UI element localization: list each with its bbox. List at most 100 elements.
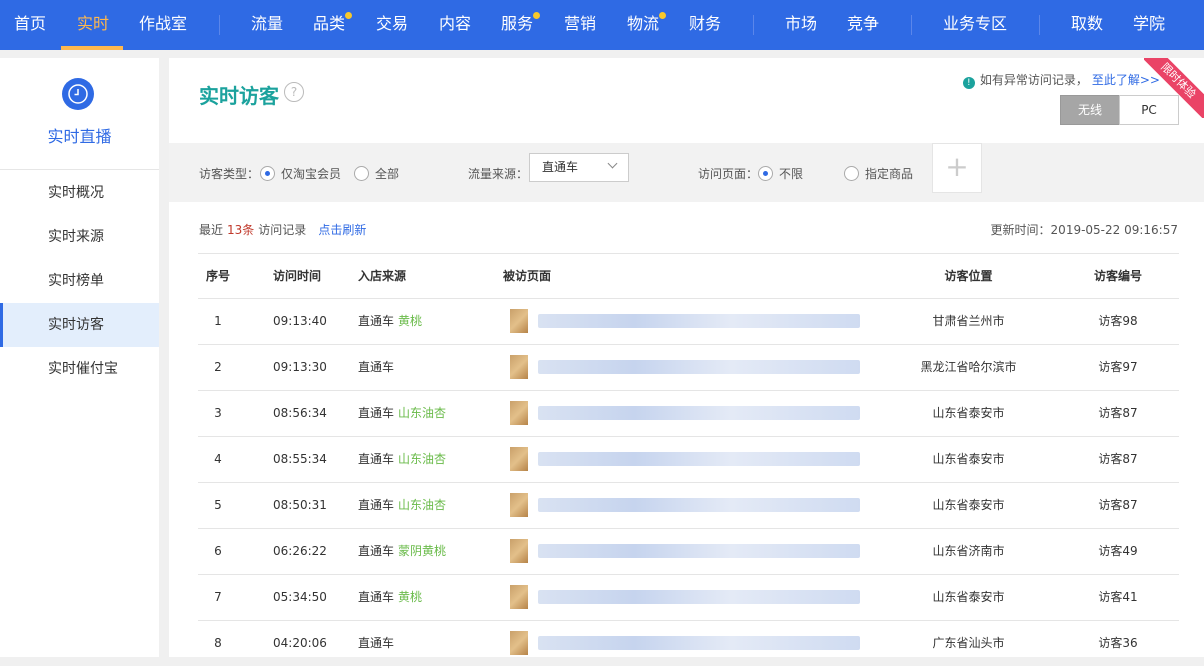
page-title: 实时访客 [199, 84, 279, 108]
row-time: 08:56:34 [273, 406, 327, 420]
nav-finance[interactable]: 财务 [689, 0, 721, 50]
source-select[interactable]: 直通车 [529, 153, 629, 182]
nav-academy[interactable]: 学院 [1133, 0, 1165, 50]
header-source: 入店来源 [358, 269, 407, 283]
product-thumbnail[interactable] [510, 539, 528, 563]
plus-icon[interactable]: + [932, 143, 982, 193]
table-row[interactable]: 5 08:50:31 直通车 山东油杏 山东省泰安市 访客87 [198, 482, 1179, 528]
new-dot-icon [659, 12, 666, 19]
row-no: 8 [214, 636, 222, 650]
row-no: 7 [214, 590, 222, 604]
nav-realtime[interactable]: 实时 [77, 0, 109, 50]
row-visitor: 访客36 [1098, 636, 1138, 650]
product-thumbnail[interactable] [510, 493, 528, 517]
question-icon[interactable]: ? [284, 82, 304, 102]
search-keyword[interactable]: 黄桃 [398, 590, 422, 604]
search-keyword[interactable]: 山东油杏 [398, 452, 446, 466]
search-keyword[interactable]: 山东油杏 [398, 498, 446, 512]
page-link-blurred[interactable] [538, 590, 860, 604]
search-keyword[interactable]: 蒙阴黄桃 [398, 544, 446, 558]
row-source: 直通车 山东油杏 [358, 437, 446, 482]
table-row[interactable]: 6 06:26:22 直通车 蒙阴黄桃 山东省济南市 访客49 [198, 528, 1179, 574]
toggle-pc[interactable]: PC [1119, 95, 1179, 125]
radio-label: 全部 [375, 167, 400, 181]
row-source: 直通车 山东油杏 [358, 391, 446, 436]
product-thumbnail[interactable] [510, 309, 528, 333]
row-no: 4 [214, 452, 222, 466]
nav-competition[interactable]: 竞争 [847, 0, 879, 50]
source-value: 直通车 [358, 590, 395, 604]
product-thumbnail[interactable] [510, 447, 528, 471]
clock-icon [62, 78, 94, 110]
nav-content[interactable]: 内容 [439, 0, 471, 50]
row-time: 09:13:30 [273, 360, 327, 374]
search-keyword[interactable]: 黄桃 [398, 314, 422, 328]
product-thumbnail[interactable] [510, 355, 528, 379]
header-time: 访问时间 [273, 269, 322, 283]
row-time: 06:26:22 [273, 544, 327, 558]
product-thumbnail[interactable] [510, 585, 528, 609]
row-location: 黑龙江省哈尔滨市 [920, 360, 1017, 374]
row-source: 直通车 [358, 345, 398, 390]
product-thumbnail[interactable] [510, 401, 528, 425]
nav-divider [753, 15, 754, 35]
nav-home[interactable]: 首页 [14, 0, 46, 50]
sidebar: 实时直播 实时概况 实时来源 实时榜单 实时访客 实时催付宝 [0, 58, 159, 657]
page-link-blurred[interactable] [538, 636, 860, 650]
row-time: 05:34:50 [273, 590, 327, 604]
page-link-blurred[interactable] [538, 360, 860, 374]
nav-business-zone[interactable]: 业务专区 [943, 0, 1007, 50]
nav-trade[interactable]: 交易 [376, 0, 408, 50]
radio-unlimited[interactable]: 不限 [758, 165, 803, 182]
nav-marketing[interactable]: 营销 [564, 0, 596, 50]
radio-all[interactable]: 全部 [354, 165, 399, 182]
row-visitor: 访客41 [1098, 590, 1138, 604]
page-link-blurred[interactable] [538, 452, 860, 466]
table-row[interactable]: 8 04:20:06 直通车 广东省汕头市 访客36 [198, 620, 1179, 666]
nav-market[interactable]: 市场 [785, 0, 817, 50]
nav-data-fetch[interactable]: 取数 [1071, 0, 1103, 50]
filter-bar: 访客类型： 仅淘宝会员 全部 流量来源： 直通车 访问页面： 不限 指定商品 + [169, 143, 1204, 202]
table-row[interactable]: 1 09:13:40 直通车 黄桃 甘肃省兰州市 访客98 [198, 298, 1179, 344]
refresh-link[interactable]: 点击刷新 [318, 223, 366, 237]
table-row[interactable]: 4 08:55:34 直通车 山东油杏 山东省泰安市 访客87 [198, 436, 1179, 482]
row-source: 直通车 山东油杏 [358, 483, 446, 528]
row-visitor: 访客49 [1098, 544, 1138, 558]
sidebar-item-source[interactable]: 实时来源 [0, 215, 159, 259]
sidebar-item-payment-reminder[interactable]: 实时催付宝 [0, 347, 159, 391]
table-row[interactable]: 2 09:13:30 直通车 黑龙江省哈尔滨市 访客97 [198, 344, 1179, 390]
sidebar-item-visitors[interactable]: 实时访客 [0, 303, 159, 347]
nav-traffic[interactable]: 流量 [251, 0, 283, 50]
page-link-blurred[interactable] [538, 406, 860, 420]
sidebar-item-overview[interactable]: 实时概况 [0, 171, 159, 215]
page-link-blurred[interactable] [538, 314, 860, 328]
new-dot-icon [533, 12, 540, 19]
nav-logistics[interactable]: 物流 [627, 0, 659, 50]
visitor-type-label: 访客类型： [199, 167, 260, 181]
page-link-blurred[interactable] [538, 498, 860, 512]
table-row[interactable]: 3 08:56:34 直通车 山东油杏 山东省泰安市 访客87 [198, 390, 1179, 436]
source-label: 流量来源： [468, 167, 529, 181]
product-thumbnail[interactable] [510, 631, 528, 655]
search-keyword[interactable]: 山东油杏 [398, 406, 446, 420]
row-source: 直通车 蒙阴黄桃 [358, 529, 446, 574]
source-value: 直通车 [358, 406, 395, 420]
page-link-blurred[interactable] [538, 544, 860, 558]
header-no: 序号 [205, 269, 230, 283]
nav-war-room[interactable]: 作战室 [139, 0, 187, 50]
radio-taobao-member[interactable]: 仅淘宝会员 [260, 165, 341, 182]
table-row[interactable]: 7 05:34:50 直通车 黄桃 山东省泰安市 访客41 [198, 574, 1179, 620]
row-time: 08:55:34 [273, 452, 327, 466]
toggle-wireless[interactable]: 无线 [1060, 95, 1120, 125]
row-location: 山东省济南市 [932, 544, 1005, 558]
notice: ! 如有异常访问记录， 至此了解>> [962, 71, 1160, 89]
radio-specific-item[interactable]: 指定商品 [844, 165, 913, 182]
nav-service[interactable]: 服务 [501, 0, 533, 50]
sidebar-title: 实时直播 [47, 127, 112, 146]
update-time: 更新时间：2019-05-22 09:16:57 [990, 223, 1178, 237]
sidebar-item-label: 实时榜单 [48, 273, 104, 289]
sidebar-item-ranking[interactable]: 实时榜单 [0, 259, 159, 303]
top-navigation: 首页 实时 作战室 流量 品类 交易 内容 服务 营销 物流 财务 市场 竞争 … [0, 0, 1204, 50]
nav-category[interactable]: 品类 [313, 0, 345, 50]
summary-suffix: 访问记录 [258, 223, 307, 237]
